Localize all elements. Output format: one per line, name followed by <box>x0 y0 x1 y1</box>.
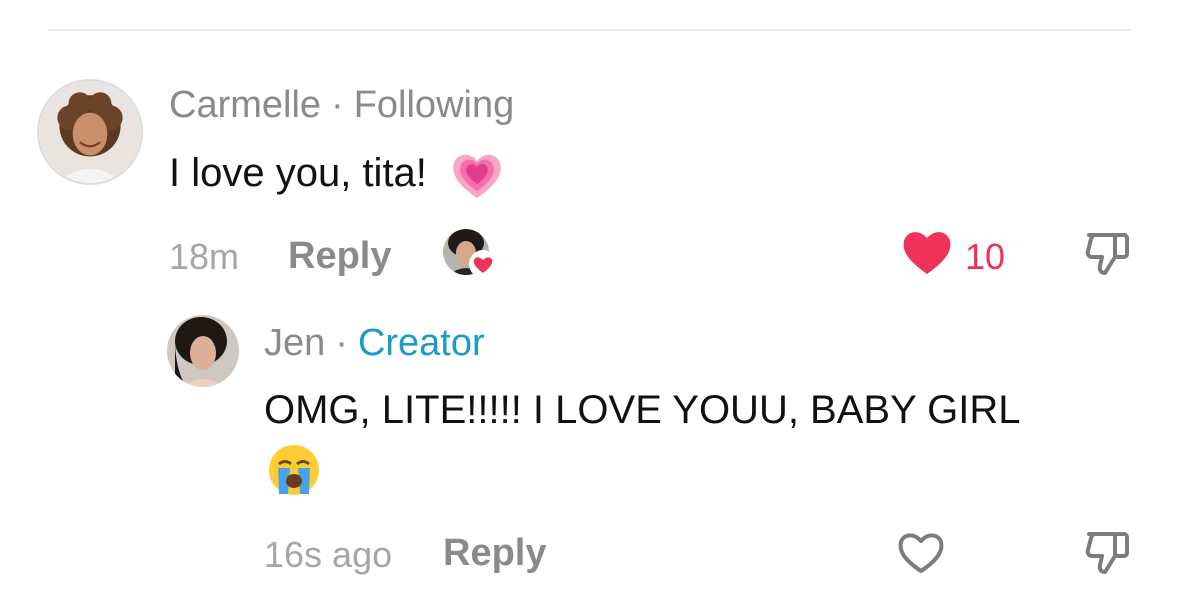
comment-reply-button[interactable]: Reply <box>288 235 391 278</box>
comment-author-name[interactable]: Carmelle <box>169 84 321 126</box>
loudly-crying-face-emoji-icon <box>266 444 322 496</box>
reply-reply-button[interactable]: Reply <box>443 532 546 575</box>
following-label: Following <box>353 84 515 126</box>
reply-author-name[interactable]: Jen <box>264 322 325 364</box>
creator-liked-heart-icon <box>468 250 498 278</box>
like-count: 10 <box>965 236 1006 277</box>
comment-text-body: I love you, tita! <box>169 151 427 195</box>
reply-timestamp: 16s ago <box>264 534 393 575</box>
separator-dot: · <box>331 84 344 126</box>
comment-text: I love you, tita! <box>169 150 504 200</box>
growing-heart-emoji-icon <box>450 150 504 200</box>
comment-author-line: Carmelle · Following <box>169 84 514 127</box>
like-heart-outline-icon[interactable] <box>895 528 947 576</box>
separator-dot: · <box>335 322 348 364</box>
avatar-carmelle[interactable] <box>37 79 143 185</box>
like-heart-filled-icon[interactable] <box>901 228 953 276</box>
top-divider <box>48 29 1131 31</box>
dislike-icon[interactable] <box>1083 229 1133 279</box>
avatar-jen[interactable] <box>167 315 239 387</box>
dislike-icon[interactable] <box>1083 528 1133 578</box>
reply-author-line: Jen · Creator <box>264 322 485 365</box>
reply-text: OMG, LITE!!!!! I LOVE YOUU, BABY GIRL <box>264 388 1021 432</box>
comment-timestamp: 18m <box>169 236 240 277</box>
creator-badge: Creator <box>357 322 485 364</box>
